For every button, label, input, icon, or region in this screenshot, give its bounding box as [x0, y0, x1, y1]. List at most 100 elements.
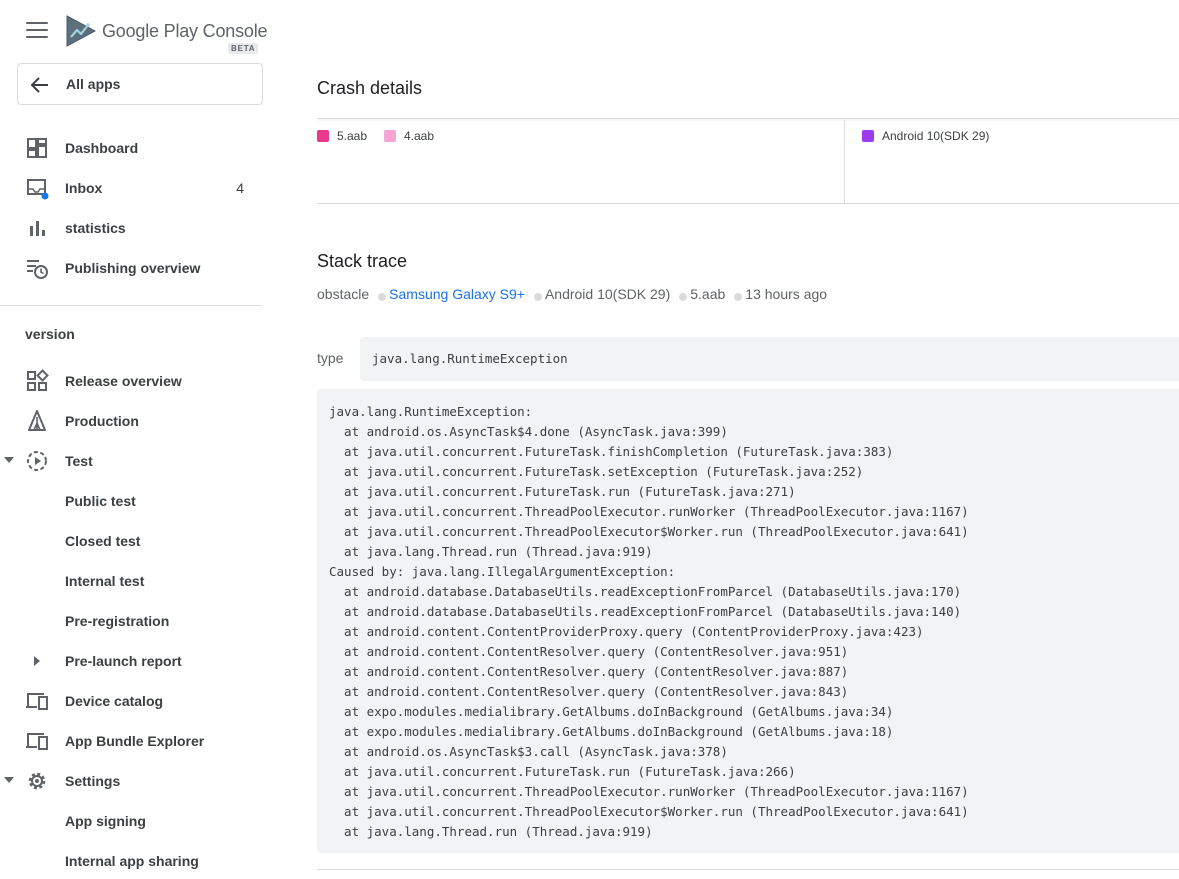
stack-trace-line: at android.content.ContentResolver.query… — [329, 644, 849, 659]
arrow-back-icon — [30, 77, 48, 93]
nav-app-bundle-explorer[interactable]: App Bundle Explorer — [0, 721, 262, 761]
nav-label: Pre-registration — [65, 613, 170, 629]
separator-dot — [679, 293, 688, 301]
nav-label: Dashboard — [65, 140, 139, 156]
nav-internal-app-sharing[interactable]: Internal app sharing — [0, 841, 262, 879]
legend-swatch — [862, 130, 874, 142]
stack-trace-line: at java.util.concurrent.FutureTask.run (… — [329, 484, 796, 499]
beta-badge: BETA — [228, 43, 259, 54]
all-apps-label: All apps — [66, 76, 121, 92]
release-overview-icon — [27, 369, 49, 391]
legend-item[interactable]: 4.aab — [384, 129, 434, 143]
nav-pre-registration[interactable]: Pre-registration — [0, 601, 262, 641]
nav-label: Public test — [65, 493, 136, 509]
legend-label: 5.aab — [337, 129, 368, 143]
stack-trace-line: at expo.modules.medialibrary.GetAlbums.d… — [329, 704, 894, 719]
nav-label: Pre-launch report — [65, 653, 182, 669]
play-console-logo — [66, 15, 96, 47]
menu-icon[interactable] — [26, 22, 48, 40]
nav-dashboard[interactable]: Dashboard — [0, 128, 262, 168]
legend-swatch — [384, 130, 396, 142]
stack-trace-line: Caused by: java.lang.IllegalArgumentExce… — [329, 564, 676, 579]
device-catalog-icon — [26, 693, 48, 710]
nav-statistics[interactable]: statistics — [0, 208, 262, 248]
nav-label: Closed test — [65, 533, 141, 549]
legend-swatch — [317, 130, 329, 142]
stack-trace-line: at android.content.ContentProviderProxy.… — [329, 624, 924, 639]
stack-trace-line: at android.database.DatabaseUtils.readEx… — [329, 584, 962, 599]
stack-trace-line: at java.util.concurrent.ThreadPoolExecut… — [329, 524, 969, 539]
stack-trace-line: java.lang.RuntimeException: — [329, 404, 533, 419]
nav-settings[interactable]: Settings — [0, 761, 262, 801]
main-content: Crash details 5.aab 4.aab Android 10(SDK… — [262, 0, 1179, 879]
stack-trace-line: at android.content.ContentResolver.query… — [329, 664, 849, 679]
stack-trace-line: at java.util.concurrent.FutureTask.setEx… — [329, 464, 864, 479]
nav-device-catalog[interactable]: Device catalog — [0, 681, 262, 721]
nav-app-signing[interactable]: App signing — [0, 801, 262, 841]
nav-label: Settings — [65, 773, 121, 789]
stack-trace-line: at java.util.concurrent.ThreadPoolExecut… — [329, 784, 969, 799]
meta-bundle: 5.aab — [690, 286, 726, 302]
page-title: Crash details — [317, 78, 423, 98]
stack-trace-line: at java.lang.Thread.run (Thread.java:919… — [329, 824, 653, 839]
nav-internal-test[interactable]: Internal test — [0, 561, 262, 601]
header-divider — [317, 118, 1179, 119]
nav-production[interactable]: Production — [0, 401, 262, 441]
type-label: type — [317, 350, 344, 366]
nav-publishing-overview[interactable]: Publishing overview — [0, 248, 262, 288]
chevron-down-icon[interactable] — [4, 777, 14, 783]
legend-left-panel: 5.aab 4.aab — [317, 120, 845, 204]
exception-type-value: java.lang.RuntimeException — [372, 351, 568, 366]
device-link[interactable]: Samsung Galaxy S9+ — [389, 286, 525, 302]
separator-dot — [378, 293, 387, 301]
stack-trace-box: java.lang.RuntimeException: at android.o… — [317, 389, 1179, 853]
stack-trace-line: at java.util.concurrent.ThreadPoolExecut… — [329, 804, 969, 819]
meta-time: 13 hours ago — [745, 286, 828, 302]
separator-dot — [533, 293, 542, 301]
nav-release-overview[interactable]: Release overview — [0, 361, 262, 401]
inbox-count: 4 — [236, 180, 244, 196]
sidebar: Google Play Console BETA All apps Dashbo… — [0, 0, 268, 879]
stack-trace-line: at android.content.ContentResolver.query… — [329, 684, 849, 699]
nav-test[interactable]: Test — [0, 441, 262, 481]
brand-header: Google Play Console BETA — [0, 0, 268, 60]
nav-public-test[interactable]: Public test — [0, 481, 262, 521]
section-title-version: version — [25, 326, 75, 342]
test-icon — [27, 451, 47, 471]
publishing-overview-icon — [27, 260, 48, 279]
nav-label: Internal app sharing — [65, 853, 199, 869]
bar-chart-icon — [30, 221, 45, 236]
nav-label: Publishing overview — [65, 260, 201, 276]
nav-closed-test[interactable]: Closed test — [0, 521, 262, 561]
stack-trace-line: at java.lang.Thread.run (Thread.java:919… — [329, 544, 653, 559]
meta-label: obstacle — [317, 286, 370, 302]
app-bundle-explorer-icon — [26, 733, 48, 750]
nav-label: Production — [65, 413, 139, 429]
sidebar-divider — [0, 305, 262, 306]
nav-label: Test — [65, 453, 93, 469]
meta-os: Android 10(SDK 29) — [544, 286, 671, 302]
production-icon — [28, 410, 46, 431]
nav-label: statistics — [65, 220, 126, 236]
nav-label: Device catalog — [65, 693, 164, 709]
gear-icon — [28, 772, 46, 790]
dashboard-icon — [27, 138, 47, 158]
stack-trace-line: at android.database.DatabaseUtils.readEx… — [329, 604, 962, 619]
legend-item[interactable]: 5.aab — [317, 129, 367, 143]
legend-label: Android 10(SDK 29) — [882, 129, 990, 143]
stack-trace-title: Stack trace — [317, 251, 408, 271]
nav-inbox[interactable]: Inbox 4 — [0, 168, 262, 208]
exception-type-box: java.lang.RuntimeException — [360, 337, 1179, 381]
crash-meta: obstacle Samsung Galaxy S9+ Android 10(S… — [317, 286, 827, 302]
inbox-icon — [27, 179, 49, 200]
stack-trace-line: at java.util.concurrent.ThreadPoolExecut… — [329, 504, 969, 519]
nav-label: Inbox — [65, 180, 103, 196]
nav-label: App Bundle Explorer — [65, 733, 205, 749]
chevron-down-icon[interactable] — [4, 457, 14, 463]
chevron-right-icon[interactable] — [34, 656, 40, 666]
nav-pre-launch-report[interactable]: Pre-launch report — [0, 641, 262, 681]
legend-item[interactable]: Android 10(SDK 29) — [862, 129, 989, 143]
nav-label: Release overview — [65, 373, 182, 389]
chart-legend-area: 5.aab 4.aab Android 10(SDK 29) — [317, 120, 1179, 204]
all-apps-button[interactable]: All apps — [17, 63, 263, 105]
